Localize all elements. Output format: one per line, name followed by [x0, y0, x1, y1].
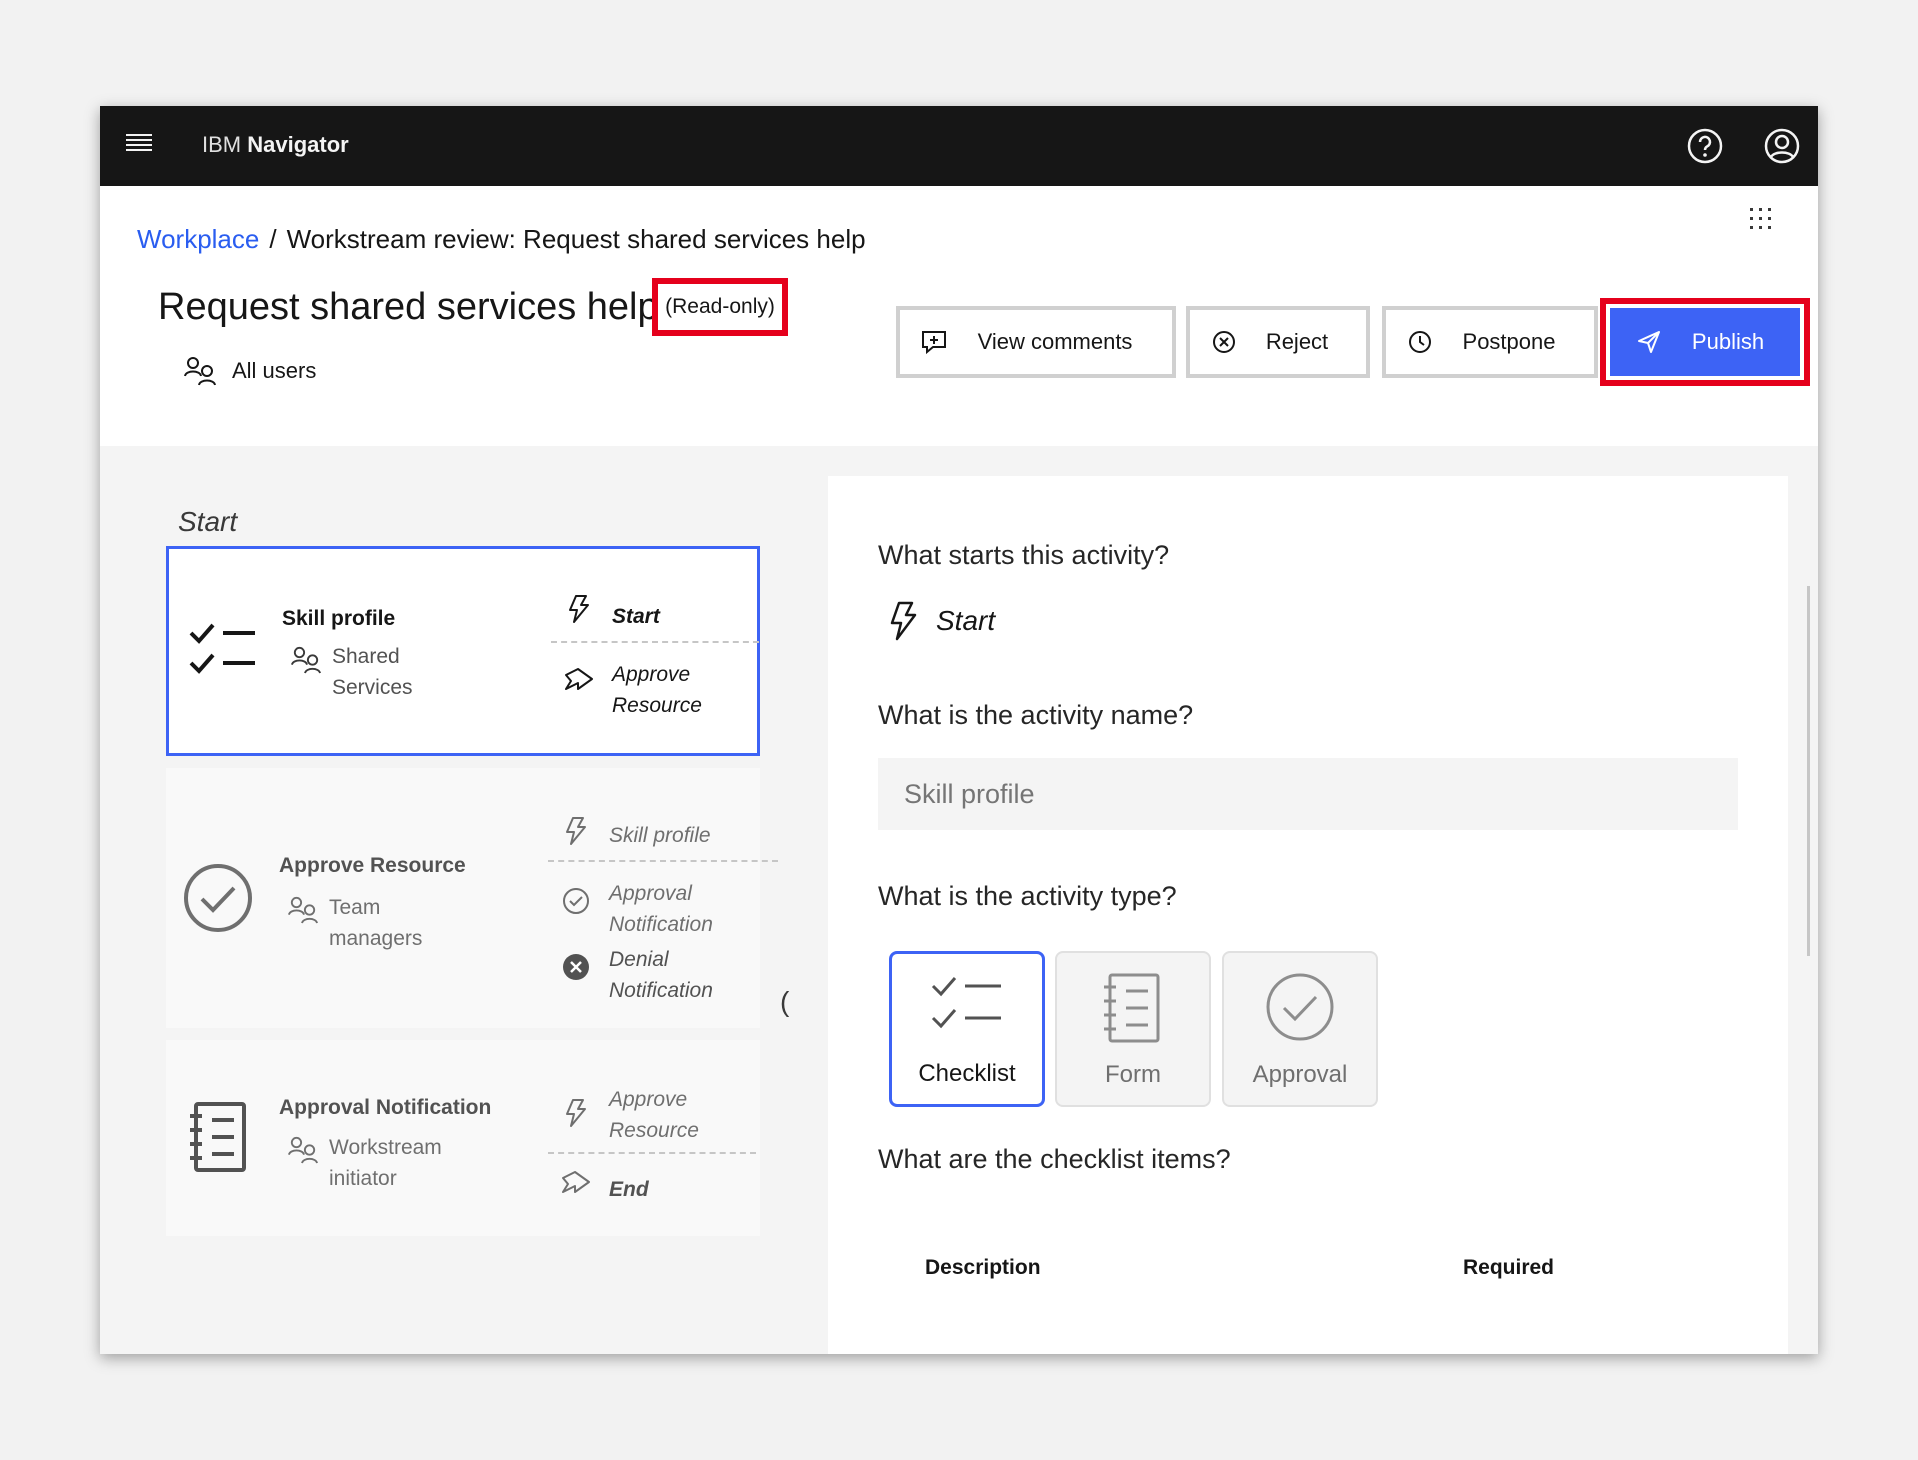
users-icon [288, 1136, 318, 1164]
card-trigger: Skill profile [609, 824, 711, 847]
breadcrumb-current: Workstream review: Request shared servic… [286, 224, 866, 254]
type-tile-form[interactable]: Form [1055, 951, 1211, 1107]
send-icon [1638, 331, 1660, 353]
activity-name-input[interactable] [878, 758, 1738, 830]
form-icon [1104, 973, 1160, 1043]
add-comment-icon [922, 331, 946, 355]
question-start: What starts this activity? [878, 540, 1170, 570]
card-owner: Workstream initiator [329, 1136, 442, 1190]
brand-prefix: IBM [202, 132, 242, 157]
card-next: Approve Resource [612, 663, 702, 717]
breadcrumb-workplace-link[interactable]: Workplace [137, 224, 259, 255]
card-divider [551, 641, 759, 643]
audience-label: All users [232, 358, 317, 383]
lightning-icon [566, 817, 586, 845]
breadcrumb-separator: / [269, 224, 277, 254]
checklist-icon [189, 623, 255, 674]
activity-card-approval-notification[interactable]: Approval Notification Workstream initiat… [166, 1040, 760, 1236]
type-tile-approval[interactable]: Approval [1222, 951, 1378, 1107]
type-label-approval: Approval [1252, 1061, 1348, 1088]
column-header-required: Required [1463, 1256, 1555, 1279]
brand-name: Navigator [247, 132, 349, 157]
publish-button[interactable]: Publish [1600, 298, 1810, 386]
activity-card-approve-resource[interactable]: Approve Resource Team managers Skill pro… [166, 768, 778, 1028]
start-value-row: Start [886, 601, 995, 641]
publish-label: Publish [1691, 329, 1765, 354]
card-next: End [609, 1178, 649, 1201]
close-circle-icon [1213, 331, 1235, 353]
users-icon [291, 646, 321, 674]
audience: All users [184, 356, 316, 386]
lightning-icon [566, 1099, 586, 1127]
check-circle-icon [563, 888, 589, 914]
type-label-checklist: Checklist [918, 1060, 1016, 1087]
flow-section-label: Start [178, 506, 238, 537]
lightning-icon [890, 601, 917, 641]
question-type: What is the activity type? [878, 881, 1177, 911]
users-icon [288, 896, 318, 924]
page-header: Workplace / Workstream review: Request s… [100, 186, 1818, 446]
app-switcher-icon[interactable] [1746, 204, 1776, 234]
scrollbar[interactable] [1807, 586, 1810, 956]
view-comments-label: View comments [977, 329, 1133, 354]
users-icon [184, 357, 216, 386]
question-name: What is the activity name? [878, 700, 1194, 730]
card-next-deny: Denial Notification [609, 948, 713, 1002]
card-trigger: Approve Resource [609, 1088, 699, 1142]
postpone-label: Postpone [1462, 329, 1556, 354]
activity-detail-panel: What starts this activity? Start What is… [828, 476, 1788, 1354]
error-filled-icon [563, 954, 589, 980]
reject-label: Reject [1265, 329, 1329, 354]
view-comments-button[interactable]: View comments [896, 306, 1176, 378]
exit-arrow-icon [565, 668, 593, 690]
breadcrumb: Workplace / Workstream review: Request s… [137, 224, 866, 255]
checklist-icon [931, 977, 1001, 1029]
exit-arrow-icon [562, 1171, 590, 1193]
lightning-icon [569, 595, 589, 623]
help-icon[interactable] [1685, 126, 1725, 166]
approval-icon [184, 864, 252, 932]
card-divider [548, 1152, 756, 1154]
type-tile-checklist[interactable]: Checklist [889, 951, 1045, 1107]
top-bar: IBM Navigator [100, 106, 1818, 186]
content-area: Start Skill profile Shared Services Star… [100, 446, 1818, 1354]
card-divider [548, 860, 778, 862]
card-next-approve: Approval Notification [609, 882, 713, 936]
form-icon [190, 1102, 246, 1172]
clock-icon [1409, 331, 1431, 353]
reject-button[interactable]: Reject [1186, 306, 1370, 378]
app-window: IBM Navigator Workplace / Workstream rev… [100, 106, 1818, 1354]
app-brand: IBM Navigator [202, 132, 349, 158]
user-profile-icon[interactable] [1762, 126, 1802, 166]
column-header-description: Description [925, 1256, 1041, 1279]
menu-icon[interactable] [126, 134, 152, 156]
type-label-form: Form [1105, 1061, 1161, 1088]
postpone-button[interactable]: Postpone [1382, 306, 1598, 378]
read-only-badge: (Read-only) [652, 278, 788, 336]
card-owner: Team managers [329, 896, 423, 950]
activity-card-skill-profile[interactable]: Skill profile Shared Services Start Appr… [166, 546, 760, 756]
publish-button-inner: Publish [1610, 308, 1800, 376]
card-title: Approve Resource [279, 854, 466, 877]
page-title: Request shared services help [158, 286, 659, 328]
card-title: Skill profile [282, 607, 396, 630]
approval-icon [1266, 973, 1334, 1041]
card-owner: Shared Services [332, 645, 413, 699]
start-value: Start [936, 605, 996, 636]
card-title: Approval Notification [279, 1096, 492, 1119]
card-trigger: Start [612, 605, 660, 628]
question-checklist-items: What are the checklist items? [878, 1144, 1231, 1174]
collapse-panel-toggle[interactable]: ( [780, 986, 789, 1018]
